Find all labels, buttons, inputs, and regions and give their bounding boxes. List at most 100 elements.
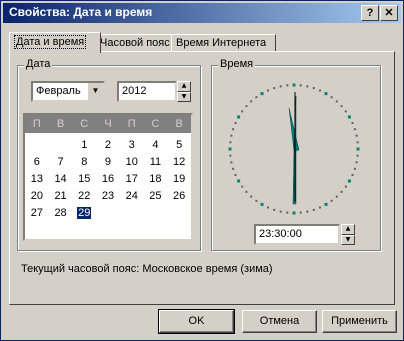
calendar-day[interactable]: 16 bbox=[96, 171, 120, 188]
minute-mark bbox=[229, 141, 232, 144]
hour-mark bbox=[237, 179, 241, 183]
calendar-day[interactable]: 9 bbox=[96, 154, 120, 171]
calendar-day[interactable]: 12 bbox=[167, 154, 191, 171]
calendar-days[interactable]: 1 2 3 4 5 6 7 8 9 10 11 12 13 14 15 16 17 18 19 20 21 22 23 24 2… bbox=[25, 137, 191, 239]
tab-label: Дата и время bbox=[14, 35, 87, 49]
calendar-day[interactable]: 3 bbox=[120, 137, 144, 154]
calendar-day[interactable]: 18 bbox=[144, 171, 168, 188]
cancel-button[interactable]: Отмена bbox=[242, 310, 317, 333]
minute-mark bbox=[355, 134, 358, 137]
minute-mark bbox=[312, 87, 315, 90]
spin-up-icon[interactable]: ▲ bbox=[177, 81, 191, 92]
hour-mark bbox=[228, 147, 232, 151]
date-group-label: Дата bbox=[24, 58, 53, 70]
apply-button[interactable]: Применить bbox=[322, 310, 397, 333]
spin-down-icon[interactable]: ▼ bbox=[341, 234, 355, 245]
calendar-day-empty bbox=[167, 205, 191, 222]
help-button[interactable]: ? bbox=[361, 5, 379, 21]
weekday-header: П bbox=[127, 118, 136, 130]
chevron-down-icon[interactable]: ▼ bbox=[87, 83, 103, 100]
year-input[interactable]: 2012 bbox=[117, 81, 177, 102]
weekday-header: Ч bbox=[104, 118, 112, 130]
minute-mark bbox=[340, 190, 343, 193]
minute-mark bbox=[312, 208, 315, 211]
year-value: 2012 bbox=[122, 85, 147, 97]
calendar-day[interactable]: 23 bbox=[96, 188, 120, 205]
calendar-day[interactable]: 8 bbox=[72, 154, 96, 171]
calendar-day[interactable]: 6 bbox=[25, 154, 49, 171]
minute-mark bbox=[299, 84, 302, 87]
hour-mark bbox=[292, 83, 296, 87]
minute-mark bbox=[353, 167, 356, 170]
tab-label: Часовой пояс bbox=[100, 37, 170, 49]
minute-mark bbox=[355, 161, 358, 164]
tab-date-time[interactable]: Дата и время bbox=[9, 32, 101, 53]
ok-button[interactable]: OK bbox=[158, 309, 235, 334]
calendar-day[interactable]: 5 bbox=[167, 137, 191, 154]
calendar-day-empty bbox=[49, 137, 73, 154]
tab-timezone[interactable]: Часовой пояс bbox=[95, 34, 179, 52]
weekday-header: С bbox=[80, 118, 89, 130]
minute-mark bbox=[230, 161, 233, 164]
timezone-status: Текущий часовой пояс: Московское время (… bbox=[21, 263, 273, 275]
calendar-day[interactable]: 20 bbox=[25, 188, 49, 205]
minute-mark bbox=[255, 96, 258, 99]
hour-mark bbox=[237, 115, 241, 119]
minute-mark bbox=[250, 100, 253, 103]
calendar[interactable]: ПВСЧПСВ 1 2 3 4 5 6 7 8 9 10 11 12 13 14 15 16 17 18 19 20 2… bbox=[23, 113, 193, 241]
minute-mark bbox=[279, 210, 282, 213]
calendar-day[interactable]: 17 bbox=[120, 171, 144, 188]
year-spinner[interactable]: ▲ ▼ bbox=[177, 81, 191, 102]
minute-mark bbox=[286, 211, 289, 214]
calendar-day-empty bbox=[25, 137, 49, 154]
tab-label: Время Интернета bbox=[176, 37, 267, 49]
calendar-day[interactable]: 1 bbox=[72, 137, 96, 154]
title-bar[interactable]: Свойства: Дата и время ? ✕ bbox=[3, 3, 401, 23]
calendar-day[interactable]: 22 bbox=[72, 188, 96, 205]
spin-up-icon[interactable]: ▲ bbox=[341, 224, 355, 235]
tab-internet-time[interactable]: Время Интернета bbox=[171, 34, 276, 52]
calendar-day[interactable]: 4 bbox=[144, 137, 168, 154]
calendar-day[interactable]: 21 bbox=[49, 188, 73, 205]
time-spinner[interactable]: ▲ ▼ bbox=[341, 224, 355, 245]
minute-mark bbox=[245, 105, 248, 108]
weekday-header: В bbox=[175, 118, 183, 130]
minute-mark bbox=[241, 185, 244, 188]
calendar-day[interactable]: 7 bbox=[49, 154, 73, 171]
minute-mark bbox=[230, 134, 233, 137]
minute-mark bbox=[356, 154, 359, 157]
minute-mark bbox=[234, 174, 237, 176]
minute-mark bbox=[267, 89, 269, 92]
weekday-header: П bbox=[32, 118, 41, 130]
calendar-day[interactable]: 14 bbox=[49, 171, 73, 188]
minute-mark bbox=[255, 199, 258, 202]
minute-mark bbox=[351, 122, 354, 124]
minute-mark bbox=[273, 87, 276, 90]
close-button[interactable]: ✕ bbox=[380, 5, 398, 21]
calendar-day[interactable]: 25 bbox=[144, 188, 168, 205]
time-input[interactable]: 23:30:00 bbox=[254, 224, 340, 245]
minute-mark bbox=[232, 128, 235, 131]
calendar-day[interactable]: 27 bbox=[25, 205, 49, 222]
calendar-day-empty bbox=[144, 205, 168, 222]
calendar-day[interactable]: 13 bbox=[25, 171, 49, 188]
calendar-day[interactable]: 15 bbox=[72, 171, 96, 188]
weekday-header: В bbox=[56, 118, 65, 130]
calendar-day[interactable]: 11 bbox=[144, 154, 168, 171]
minute-mark bbox=[335, 195, 338, 198]
calendar-day[interactable]: 19 bbox=[167, 171, 191, 188]
calendar-day-empty bbox=[96, 205, 120, 222]
spin-down-icon[interactable]: ▼ bbox=[177, 91, 191, 102]
minute-mark bbox=[340, 105, 343, 108]
calendar-day[interactable]: 29 bbox=[72, 205, 96, 222]
calendar-day[interactable]: 24 bbox=[120, 188, 144, 205]
calendar-day[interactable]: 26 bbox=[167, 188, 191, 205]
hour-mark bbox=[347, 179, 351, 183]
calendar-day[interactable]: 10 bbox=[120, 154, 144, 171]
month-select[interactable]: Февраль ▼ bbox=[31, 81, 105, 102]
calendar-day[interactable]: 28 bbox=[49, 205, 73, 222]
calendar-day[interactable]: 2 bbox=[96, 137, 120, 154]
minute-mark bbox=[306, 210, 309, 213]
minute-mark bbox=[306, 85, 309, 88]
minute-mark bbox=[279, 85, 282, 88]
